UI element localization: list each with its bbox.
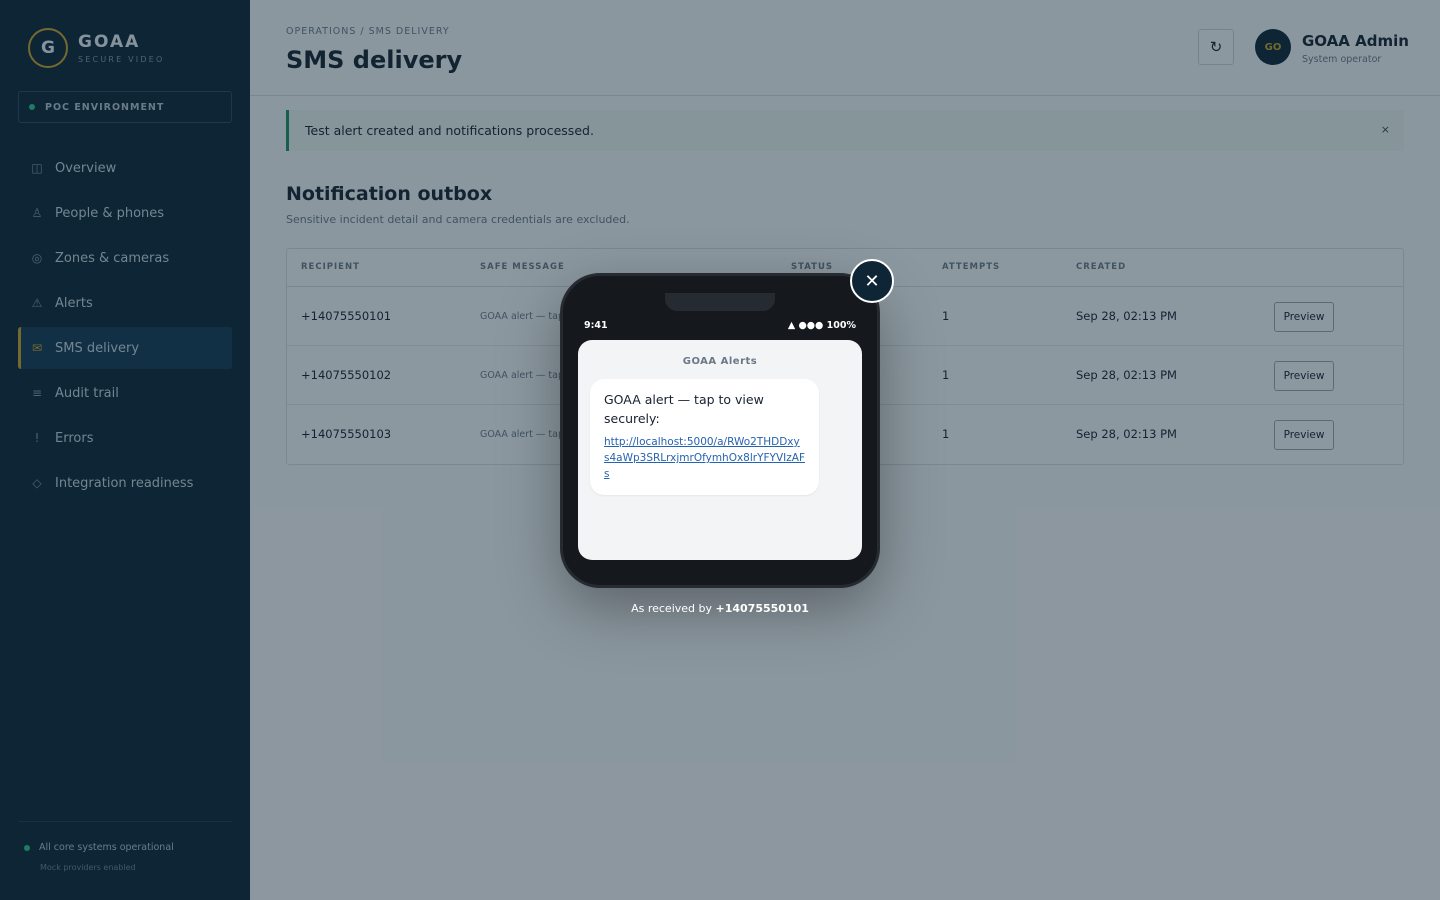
close-modal-button[interactable]: ✕ [850,259,894,303]
close-icon: ✕ [864,270,880,292]
sms-preview-phone: 9:41 ▲ ●●● 100% GOAA Alerts GOAA alert —… [560,273,880,588]
caption-prefix: As received by [631,602,716,615]
sms-bubble: GOAA alert — tap to view securely: http:… [590,379,819,495]
sms-secure-link[interactable]: http://localhost:5000/a/RWo2THDDxys4aWp3… [604,434,805,482]
sms-message-text: GOAA alert — tap to view securely: [604,392,764,426]
preview-caption: As received by +14075550101 [560,602,880,615]
sms-sender: GOAA Alerts [682,356,758,367]
phone-status-icons: ▲ ●●● 100% [787,320,856,331]
phone-notch [665,293,775,311]
caption-recipient: +14075550101 [715,602,809,615]
phone-screen: GOAA Alerts GOAA alert — tap to view sec… [578,340,862,560]
phone-clock: 9:41 [584,320,608,331]
